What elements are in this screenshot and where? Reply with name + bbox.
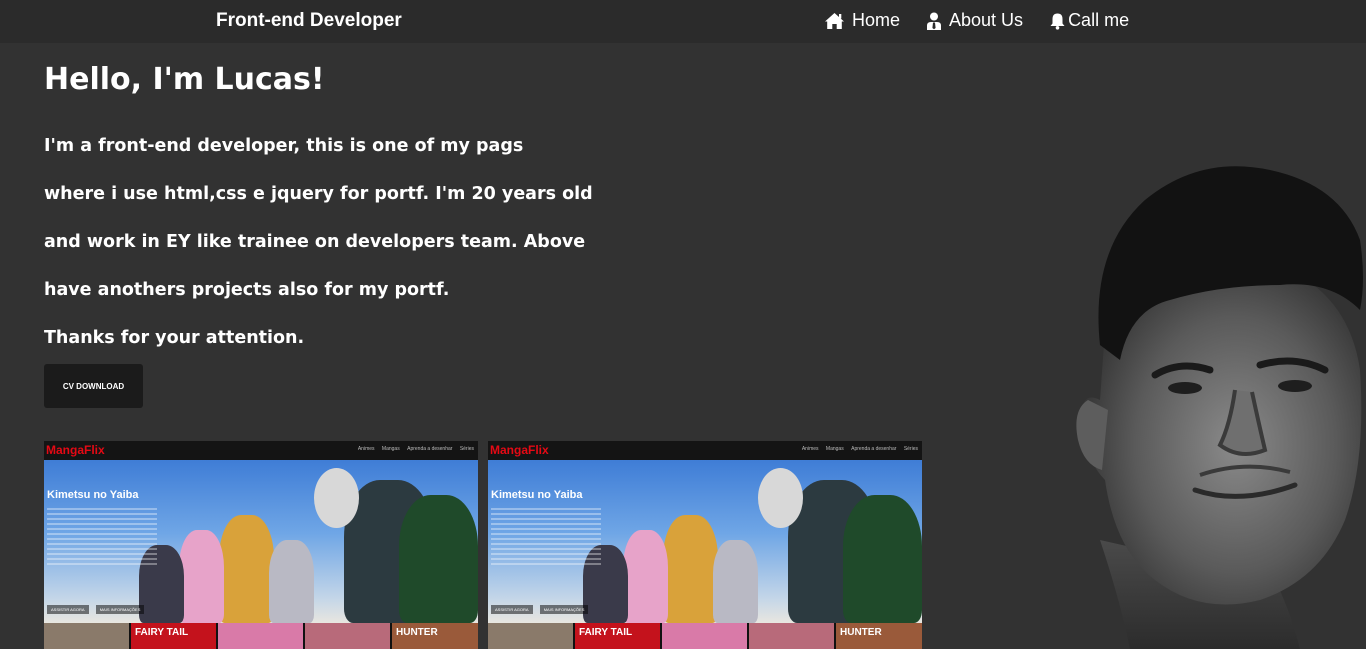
project-menu: Animes Mangas Aprenda a desenhar Séries <box>352 446 474 452</box>
page-title: Hello, I'm Lucas! <box>44 62 325 97</box>
character <box>269 540 314 623</box>
nav-links: Home About Us Call me <box>824 10 1129 31</box>
character <box>623 530 668 623</box>
thumbnail <box>488 623 573 649</box>
project-hero-text <box>47 508 157 568</box>
intro-line: where i use html,css e jquery for portf.… <box>44 184 593 204</box>
thumbnail <box>305 623 390 649</box>
thumbnail <box>44 623 129 649</box>
home-icon <box>825 12 844 29</box>
project-hero-image: Kimetsu no Yaiba ASSISTIR AGORA MAIS INF… <box>44 460 478 623</box>
thumbnail: HUNTER <box>392 623 478 649</box>
thumbnail <box>218 623 303 649</box>
thumbnail-label: HUNTER <box>396 627 438 638</box>
navbar: Front-end Developer Home About Us Call m… <box>0 0 1366 43</box>
project-logo: MangaFlix <box>46 443 105 457</box>
project-thumbnail-strip: FAIRY TAIL HUNTER <box>488 623 922 649</box>
more-info-button: MAIS INFORMAÇÕES <box>539 605 589 614</box>
character <box>663 515 718 623</box>
more-info-button: MAIS INFORMAÇÕES <box>95 605 145 614</box>
project-hero-title: Kimetsu no Yaiba <box>491 489 583 501</box>
thumbnail-label: HUNTER <box>840 627 882 638</box>
project-menu-item: Aprenda a desenhar <box>851 446 897 452</box>
watch-now-button: ASSISTIR AGORA <box>491 605 533 614</box>
character <box>179 530 224 623</box>
character <box>219 515 274 623</box>
nav-about-link[interactable]: About Us <box>926 10 1023 31</box>
portrait-eye <box>1278 380 1312 392</box>
thumbnail <box>749 623 834 649</box>
intro-line: I'm a front-end developer, this is one o… <box>44 136 524 156</box>
character <box>843 495 922 623</box>
nav-call-link[interactable]: Call me <box>1049 10 1129 31</box>
nav-call-label: Call me <box>1068 10 1130 30</box>
intro-line: have anothers projects also for my portf… <box>44 280 450 300</box>
thumbnail-label: FAIRY TAIL <box>135 627 189 638</box>
portrait-photo <box>1076 166 1363 649</box>
project-menu-item: Mangas <box>825 446 844 452</box>
project-menu-item: Séries <box>459 446 474 452</box>
project-thumbnail-strip: FAIRY TAIL HUNTER <box>44 623 478 649</box>
cv-download-button[interactable]: CV DOWNLOAD <box>44 364 143 408</box>
project-logo: MangaFlix <box>490 443 549 457</box>
character <box>399 495 478 623</box>
intro-paragraph: I'm a front-end developer, this is one o… <box>44 132 604 372</box>
user-tie-icon <box>927 12 942 30</box>
bell-icon <box>1050 13 1065 30</box>
project-menu-item: Animes <box>801 446 819 452</box>
portrait-eye <box>1168 382 1202 394</box>
project-hero-buttons: ASSISTIR AGORA MAIS INFORMAÇÕES <box>47 605 150 614</box>
character <box>758 468 803 528</box>
project-menu: Animes Mangas Aprenda a desenhar Séries <box>796 446 918 452</box>
project-menu-item: Animes <box>357 446 375 452</box>
project-menu-item: Mangas <box>381 446 400 452</box>
nav-about-label: About Us <box>949 10 1024 30</box>
thumbnail: HUNTER <box>836 623 922 649</box>
intro-line: and work in EY like trainee on developer… <box>44 232 586 252</box>
nav-home-label: Home <box>852 10 901 30</box>
character <box>314 468 359 528</box>
watch-now-button: ASSISTIR AGORA <box>47 605 89 614</box>
nav-home-link[interactable]: Home <box>824 10 900 31</box>
project-card[interactable]: MangaFlix Animes Mangas Aprenda a desenh… <box>488 441 922 649</box>
project-header: MangaFlix Animes Mangas Aprenda a desenh… <box>488 441 922 460</box>
brand-title[interactable]: Front-end Developer <box>216 10 402 32</box>
project-card[interactable]: MangaFlix Animes Mangas Aprenda a desenh… <box>44 441 478 649</box>
project-menu-item: Séries <box>903 446 918 452</box>
project-menu-item: Aprenda a desenhar <box>407 446 453 452</box>
thumbnail-label: FAIRY TAIL <box>579 627 633 638</box>
project-hero-image: Kimetsu no Yaiba ASSISTIR AGORA MAIS INF… <box>488 460 922 623</box>
project-header: MangaFlix Animes Mangas Aprenda a desenh… <box>44 441 478 460</box>
thumbnail: FAIRY TAIL <box>575 623 660 649</box>
thumbnail: FAIRY TAIL <box>131 623 216 649</box>
thumbnail <box>662 623 747 649</box>
project-hero-text <box>491 508 601 568</box>
character <box>713 540 758 623</box>
project-hero-title: Kimetsu no Yaiba <box>47 489 139 501</box>
project-hero-buttons: ASSISTIR AGORA MAIS INFORMAÇÕES <box>491 605 594 614</box>
